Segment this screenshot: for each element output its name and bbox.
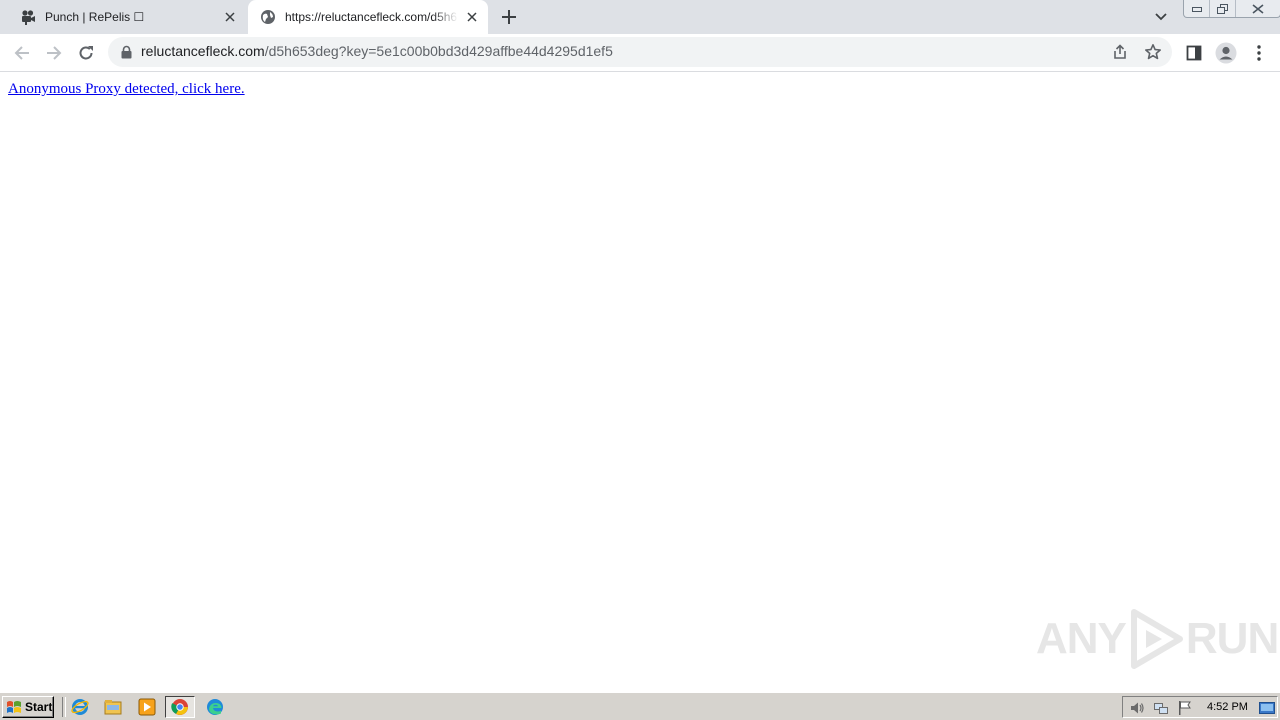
play-logo-icon	[1130, 609, 1183, 669]
watermark-left-text: ANY	[1036, 614, 1127, 663]
bookmark-star-icon[interactable]	[1144, 43, 1162, 61]
edge-icon[interactable]	[204, 697, 226, 717]
back-button[interactable]	[8, 39, 36, 67]
minimize-icon	[1191, 6, 1202, 12]
restore-button[interactable]	[1210, 0, 1236, 17]
proxy-detected-link[interactable]: Anonymous Proxy detected, click here.	[8, 81, 245, 98]
tab-punch-repelis[interactable]: Punch | RePelis ☐	[8, 0, 246, 34]
volume-icon[interactable]	[1129, 700, 1145, 716]
profile-avatar-icon	[1215, 42, 1237, 64]
network-icon[interactable]	[1153, 700, 1169, 716]
start-label: Start	[25, 700, 53, 714]
lock-icon[interactable]	[119, 44, 133, 60]
url-path: /d5h653deg?key=5e1c00b0bd3d429affbe44d42…	[264, 43, 613, 59]
reload-button[interactable]	[72, 39, 100, 67]
windows-taskbar: Start 4:52 PM	[0, 692, 1280, 720]
close-window-button[interactable]	[1236, 0, 1280, 17]
tab-reluctancefleck[interactable]: https://reluctancefleck.com/d5h653deg?ke…	[248, 0, 488, 34]
file-explorer-icon[interactable]	[102, 697, 124, 717]
chevron-down-icon	[1155, 13, 1167, 21]
plus-icon	[502, 10, 516, 24]
chrome-menu-button[interactable]	[1245, 39, 1273, 67]
reload-icon	[79, 46, 93, 60]
globe-icon	[260, 9, 276, 25]
new-tab-button[interactable]	[497, 5, 521, 29]
profile-button[interactable]	[1212, 39, 1240, 67]
tab-title: Punch | RePelis ☐	[45, 10, 145, 24]
close-icon	[1252, 3, 1264, 14]
taskbar-divider	[62, 697, 66, 717]
share-icon[interactable]	[1111, 43, 1129, 61]
forward-arrow-icon	[47, 46, 62, 60]
chrome-taskbar-button[interactable]	[165, 696, 195, 718]
url-host: reluctancefleck.com	[141, 43, 265, 59]
page-content: Anonymous Proxy detected, click here. AN…	[0, 72, 1280, 692]
taskbar-clock[interactable]: 4:52 PM	[1207, 701, 1248, 713]
restore-icon	[1217, 3, 1228, 14]
windows-logo-icon	[7, 700, 21, 713]
address-bar[interactable]: reluctancefleck.com/d5h653deg?key=5e1c00…	[108, 37, 1172, 67]
chrome-icon	[171, 699, 188, 715]
back-arrow-icon	[14, 46, 29, 60]
forward-button[interactable]	[40, 39, 68, 67]
internet-explorer-icon[interactable]	[69, 697, 91, 717]
tab-strip: Punch | RePelis ☐ https://reluctanceflec…	[0, 0, 1280, 34]
media-player-icon[interactable]	[136, 697, 158, 717]
show-desktop-icon[interactable]	[1259, 700, 1275, 716]
window-controls	[1183, 0, 1280, 18]
movie-camera-icon	[20, 9, 36, 25]
system-tray: 4:52 PM	[1122, 696, 1278, 718]
side-panel-button[interactable]	[1180, 39, 1208, 67]
close-tab-icon[interactable]	[220, 7, 240, 27]
action-center-flag-icon[interactable]	[1177, 700, 1193, 716]
close-tab-icon[interactable]	[462, 7, 482, 27]
start-button[interactable]: Start	[2, 696, 54, 718]
url-text[interactable]: reluctancefleck.com/d5h653deg?key=5e1c00…	[141, 43, 613, 59]
browser-window: Punch | RePelis ☐ https://reluctanceflec…	[0, 0, 1280, 692]
minimize-button[interactable]	[1184, 0, 1210, 17]
browser-toolbar: reluctancefleck.com/d5h653deg?key=5e1c00…	[0, 34, 1280, 72]
anyrun-watermark: ANY RUN	[1036, 608, 1279, 670]
watermark-right-text: RUN	[1185, 614, 1279, 663]
tab-title: https://reluctancefleck.com/d5h653deg?ke…	[285, 10, 458, 24]
side-panel-icon	[1186, 45, 1202, 61]
tab-search-button[interactable]	[1150, 6, 1172, 28]
vertical-dots-icon	[1257, 45, 1261, 61]
